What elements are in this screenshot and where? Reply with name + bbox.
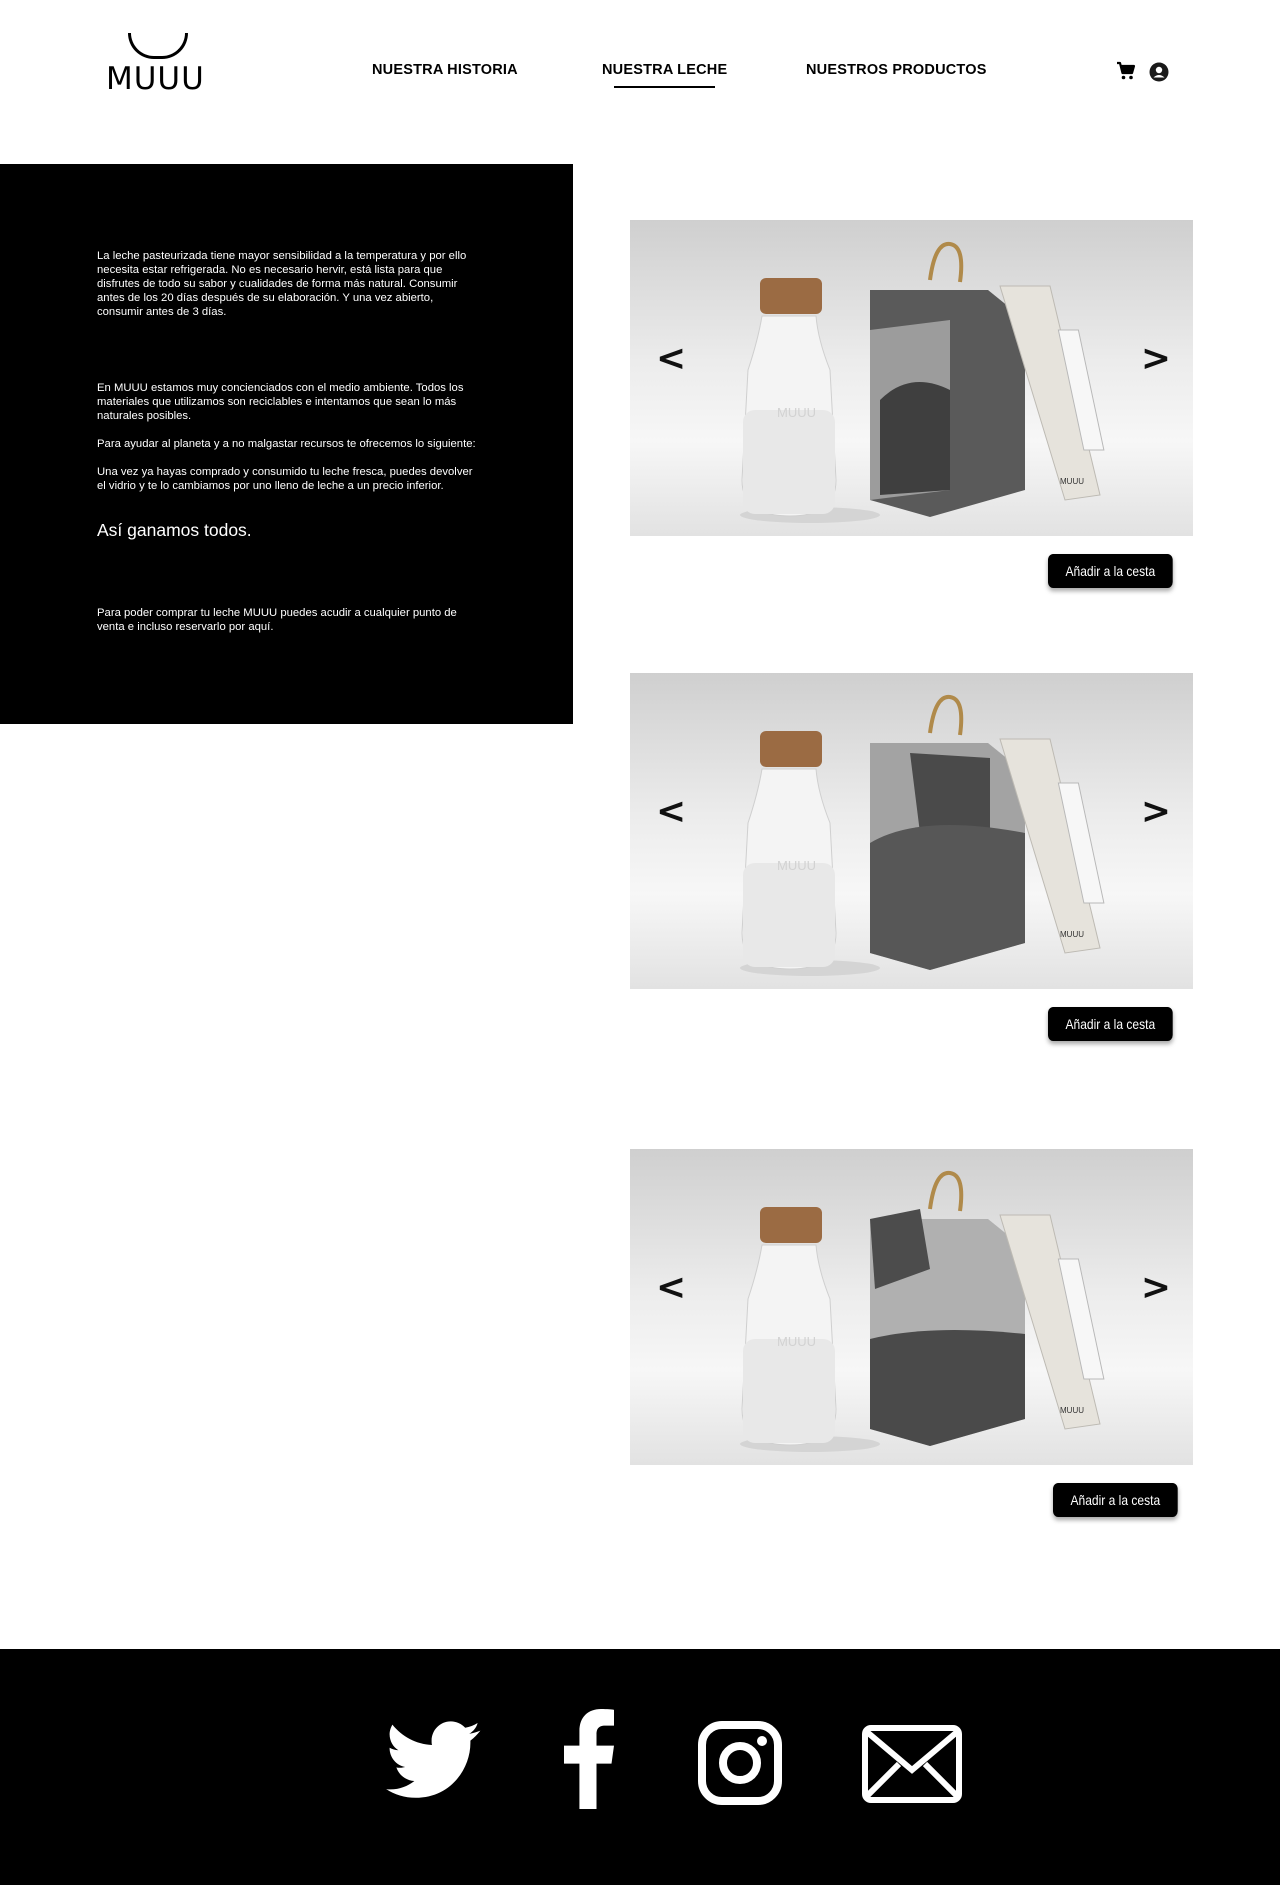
product-carousel-1: < > MUUU MUUU (630, 220, 1193, 536)
muuu-logo[interactable]: MUUU (106, 33, 204, 97)
bottle-logo-text: MUUU (777, 405, 816, 420)
instagram-icon[interactable] (698, 1721, 782, 1810)
info-panel: La leche pasteurizada tiene mayor sensib… (0, 164, 573, 724)
cart-icon[interactable] (1116, 61, 1138, 83)
user-account-icon[interactable] (1149, 62, 1171, 84)
milk-bottle-box-illustration (740, 694, 1105, 976)
carousel-prev-arrow[interactable]: < (656, 791, 686, 832)
add-to-cart-button[interactable]: Añadir a la cesta (1048, 1007, 1173, 1041)
box-logo-text: MUUU (1060, 1406, 1084, 1415)
facebook-icon[interactable] (563, 1709, 615, 1814)
nav-nuestra-leche[interactable]: NUESTRA LECHE (602, 62, 727, 88)
info-paragraph-refrigeration: La leche pasteurizada tiene mayor sensib… (97, 250, 467, 318)
box-logo-text: MUUU (1060, 477, 1084, 486)
nav-nuestra-historia[interactable]: NUESTRA HISTORIA (372, 62, 518, 78)
email-icon[interactable] (861, 1724, 963, 1809)
info-highlight: Así ganamos todos. (97, 520, 252, 540)
bottle-logo-text: MUUU (777, 1334, 816, 1349)
carousel-prev-arrow[interactable]: < (656, 338, 686, 379)
product-carousel-2: < > MUUU MUUU (630, 673, 1193, 989)
smile-arc-icon (128, 33, 188, 59)
info-paragraph-offer: Para ayudar al planeta y a no malgastar … (97, 438, 476, 450)
nav-nuestros-productos[interactable]: NUESTROS PRODUCTOS (806, 62, 987, 78)
footer (0, 1649, 1280, 1885)
info-paragraph-return-glass: Una vez ya hayas comprado y consumido tu… (97, 466, 473, 492)
carousel-prev-arrow[interactable]: < (656, 1267, 686, 1308)
milk-bottle-box-illustration (740, 1170, 1105, 1452)
add-to-cart-button[interactable]: Añadir a la cesta (1048, 554, 1173, 588)
logo-text: MUUU (106, 61, 205, 97)
milk-bottle-box-illustration (740, 241, 1105, 523)
info-paragraph-environment: En MUUU estamos muy concienciados con el… (97, 382, 464, 422)
box-logo-text: MUUU (1060, 930, 1084, 939)
twitter-icon[interactable] (386, 1721, 482, 1806)
product-carousel-3: < > MUUU MUUU (630, 1149, 1193, 1465)
carousel-next-arrow[interactable]: > (1141, 338, 1171, 379)
bottle-logo-text: MUUU (777, 858, 816, 873)
info-paragraph-purchase: Para poder comprar tu leche MUUU puedes … (97, 607, 457, 633)
carousel-next-arrow[interactable]: > (1141, 791, 1171, 832)
carousel-next-arrow[interactable]: > (1141, 1267, 1171, 1308)
add-to-cart-button[interactable]: Añadir a la cesta (1053, 1483, 1178, 1517)
